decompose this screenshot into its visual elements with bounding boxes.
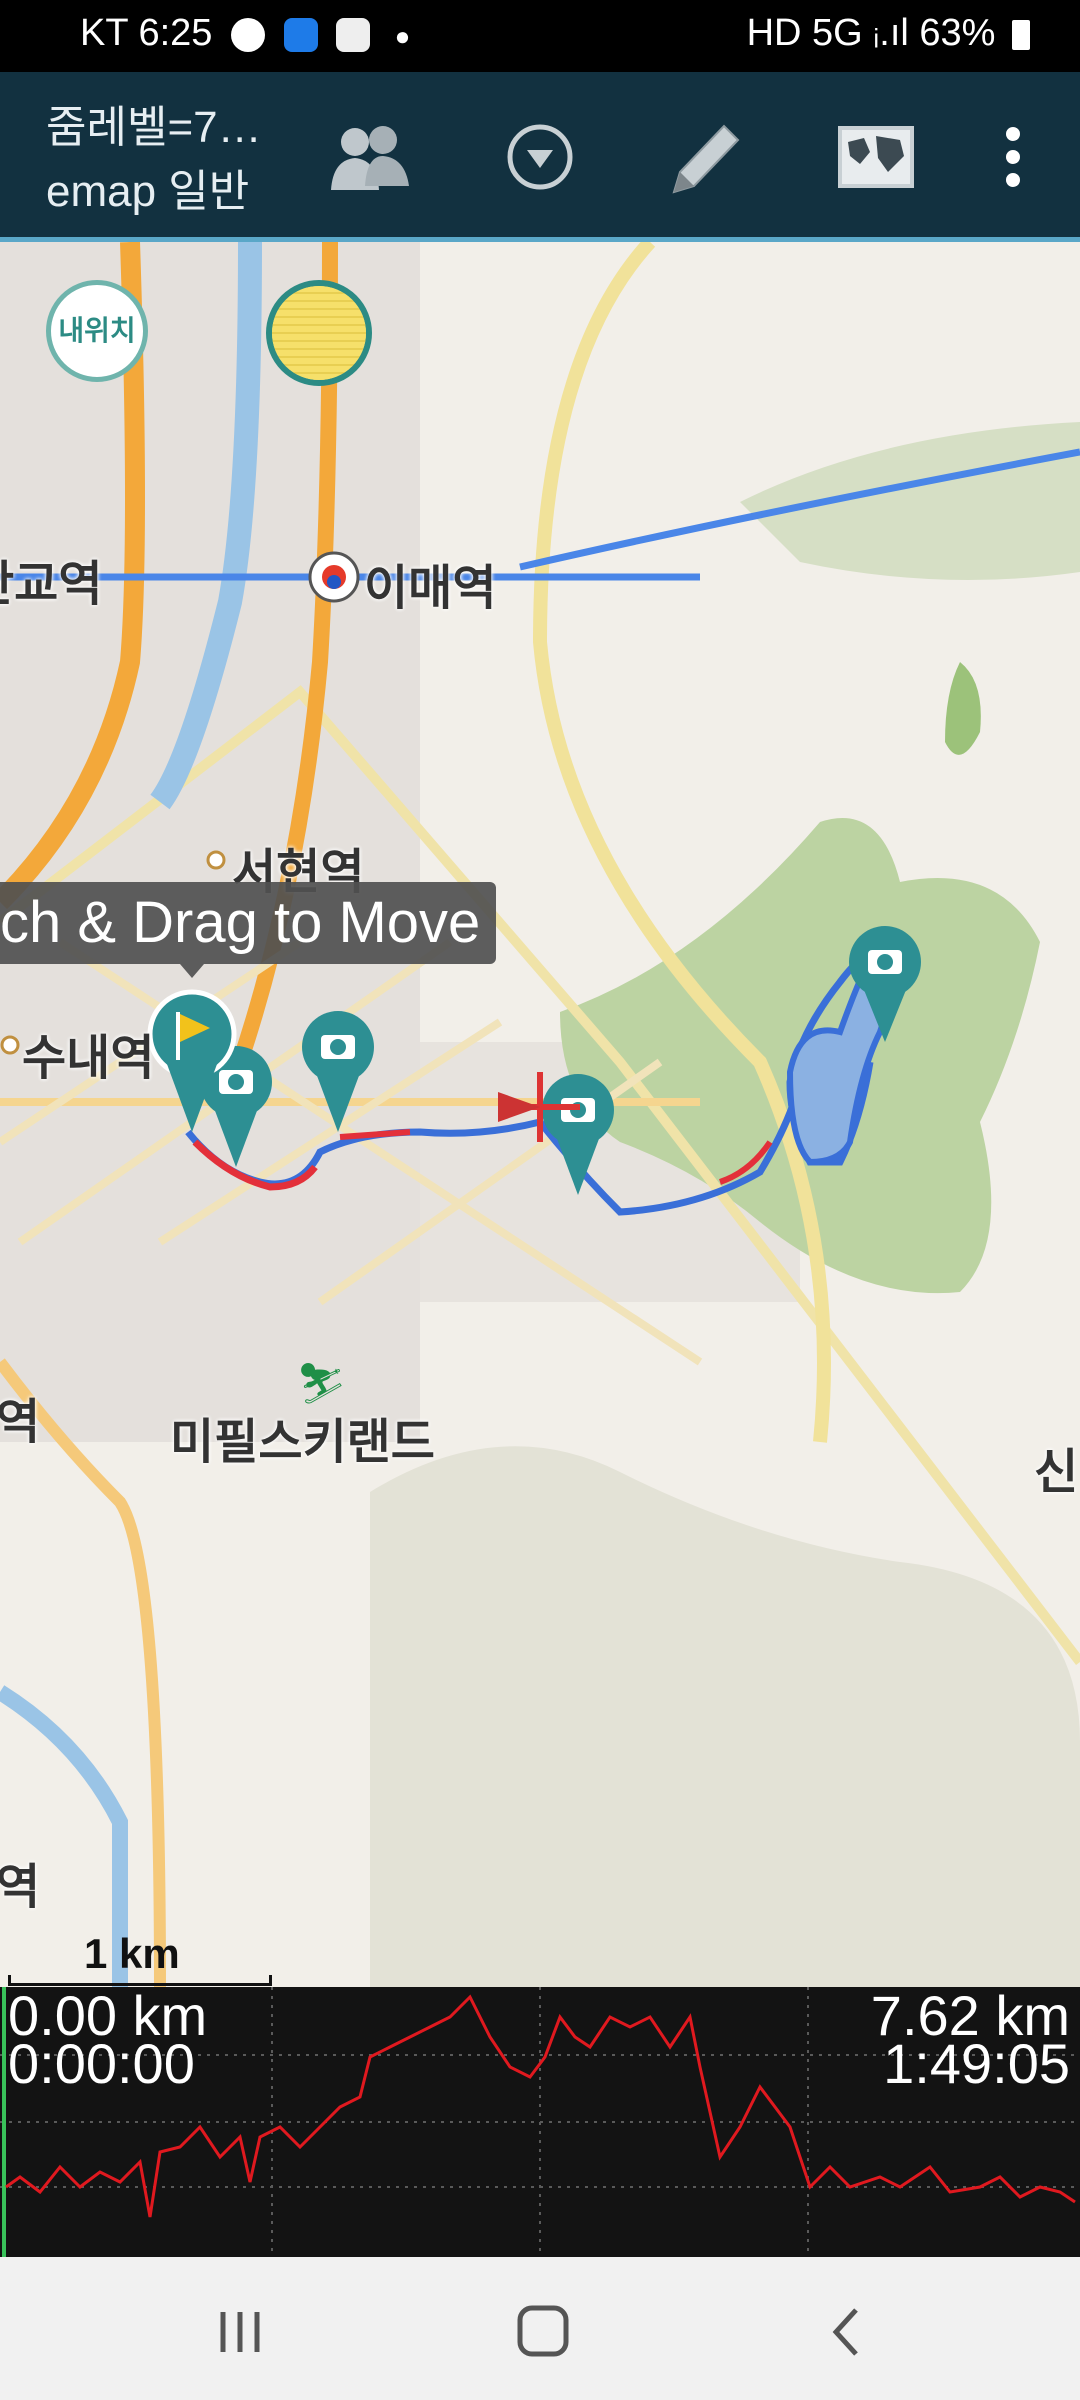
start-time: 0:00:00 <box>8 2032 195 2095</box>
app-title[interactable]: 줌레벨=7… emap 일반 <box>46 96 262 224</box>
group-icon <box>331 126 409 190</box>
home-icon <box>517 2305 569 2357</box>
place-label-yeok-2: 역 <box>0 1859 41 1915</box>
compass-button[interactable] <box>266 280 372 386</box>
x-app-icon <box>230 17 265 52</box>
map-view[interactable]: ⛷ 내위치 판교역 이매역 서현역 수내역 미필스키랜드 역 역 신 ch & … <box>0 242 1080 1987</box>
place-label-yeok: 역 <box>0 1394 41 1450</box>
group-button[interactable] <box>325 112 415 202</box>
place-label-mipils: 미필스키랜드 <box>170 1414 435 1470</box>
dropdown-button[interactable] <box>495 112 585 202</box>
place-label-imae: 이매역 <box>364 560 497 616</box>
my-location-button[interactable]: 내위치 <box>46 280 148 382</box>
chevron-down-circle-icon <box>507 124 573 190</box>
app-bar: 줌레벨=7… emap 일반 <box>0 72 1080 242</box>
carrier-label: KT <box>80 12 128 54</box>
my-location-label: 내위치 <box>58 314 136 347</box>
status-left: KT 6:25 ● <box>80 12 410 55</box>
status-bar: KT 6:25 ● HD 5G ᵢ.ıl 63% <box>0 0 1080 72</box>
map-layer-button[interactable] <box>830 112 920 202</box>
home-button[interactable] <box>498 2292 588 2372</box>
recents-icon <box>220 2312 260 2352</box>
place-label-pangyo: 판교역 <box>0 556 103 612</box>
more-vertical-icon <box>1006 127 1020 187</box>
ski-icon: ⛷ <box>296 1361 347 1407</box>
drag-tooltip: ch & Drag to Move <box>0 882 497 964</box>
battery-icon <box>1012 19 1030 50</box>
dot-icon: ● <box>394 21 411 51</box>
back-icon <box>832 2308 858 2356</box>
world-map-icon <box>838 126 914 188</box>
clock: 6:25 <box>138 12 213 54</box>
status-right: HD 5G ᵢ.ıl 63% <box>747 12 1030 55</box>
edit-button[interactable] <box>660 112 750 202</box>
pencil-icon <box>672 124 740 194</box>
scale-label: 1 km <box>84 1930 180 1977</box>
qr-icon <box>336 17 371 52</box>
map-canvas: ⛷ <box>0 242 1080 1987</box>
place-label-sunae: 수내역 <box>22 1030 155 1086</box>
back-button[interactable] <box>800 2292 890 2372</box>
system-navigation-bar <box>0 2257 1080 2400</box>
map-type-label: emap 일반 <box>46 167 250 216</box>
tooltip-arrow <box>180 964 204 978</box>
place-label-sin: 신 <box>1034 1444 1079 1500</box>
more-button[interactable] <box>968 112 1038 202</box>
recents-button[interactable] <box>195 2292 285 2372</box>
elevation-profile[interactable]: 0.00 km 0:00:00 7.62 km 1:49:05 <box>0 1987 1080 2257</box>
end-time: 1:49:05 <box>883 2032 1070 2095</box>
zoom-level-label: 줌레벨=7… <box>46 103 262 152</box>
compass-icon <box>272 286 366 380</box>
folder-icon <box>283 17 318 52</box>
status-right-text: HD 5G ᵢ.ıl 63% <box>746 12 996 54</box>
